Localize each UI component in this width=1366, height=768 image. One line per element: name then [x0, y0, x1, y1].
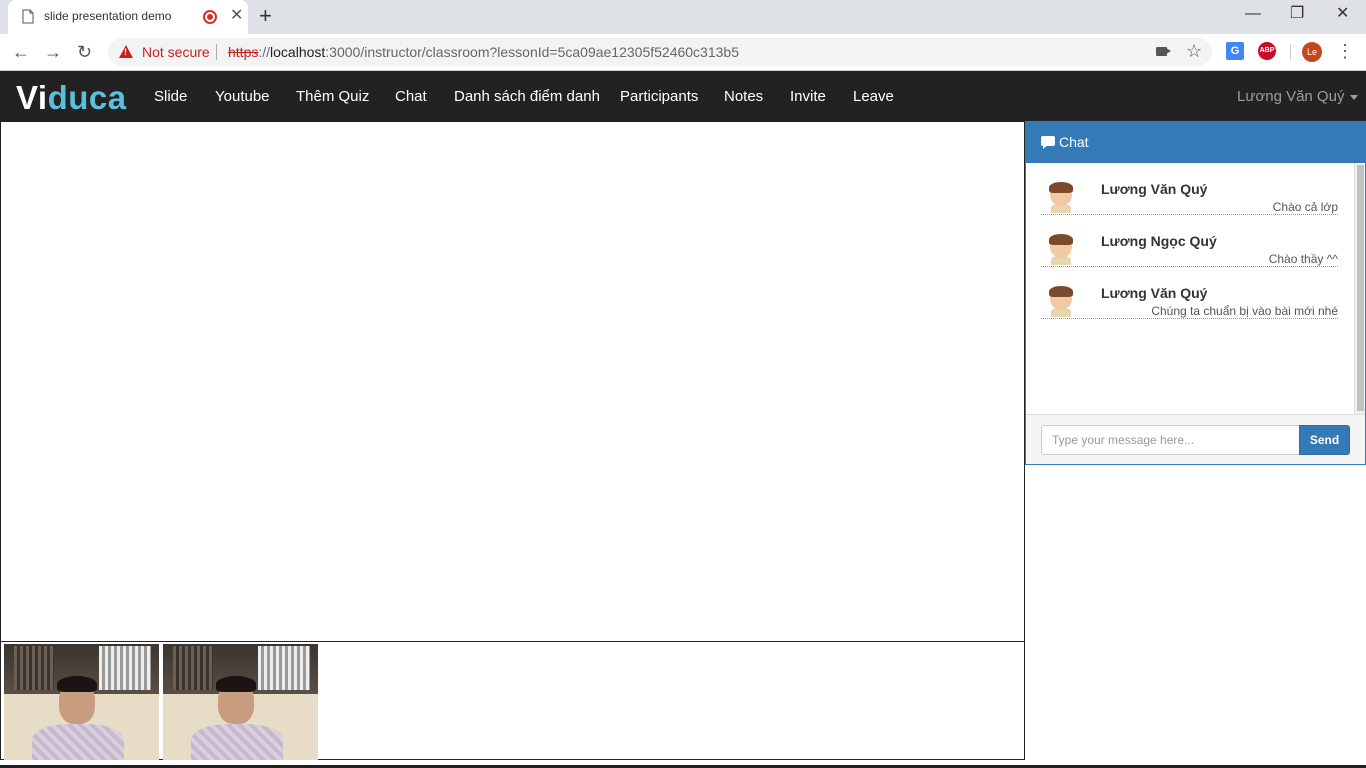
brand-second: duca	[47, 79, 127, 116]
webcam-video-tile[interactable]	[4, 644, 159, 760]
user-name: Lương Văn Quý	[1237, 88, 1345, 105]
address-bar[interactable]: Not secure https://localhost:3000/instru…	[108, 38, 1212, 66]
chat-title: Chat	[1059, 134, 1089, 150]
url-scheme: https	[228, 44, 259, 60]
video-background	[173, 646, 213, 690]
reload-button[interactable]: ↻	[77, 41, 92, 63]
tab-close-button[interactable]: ✕	[230, 7, 243, 25]
person-body	[191, 724, 283, 760]
brand-logo[interactable]: Viduca	[16, 79, 127, 117]
camera-icon[interactable]	[1156, 47, 1167, 56]
caret-down-icon	[1350, 94, 1359, 100]
security-label[interactable]: Not secure	[142, 44, 210, 60]
omnibox-separator	[216, 44, 217, 60]
back-button[interactable]: ←	[12, 41, 30, 63]
maximize-button[interactable]: ❐	[1290, 4, 1304, 24]
person-body	[32, 724, 124, 760]
chat-message: Lương Văn Quý Chào cả lớp	[1041, 163, 1338, 215]
profile-avatar[interactable]: Le	[1302, 42, 1322, 62]
nav-participants[interactable]: Participants	[620, 88, 698, 106]
new-tab-button[interactable]: +	[259, 4, 272, 28]
brand-first: Vi	[16, 79, 48, 116]
chat-message: Lương Văn Quý Chúng ta chuẩn bị vào bài …	[1041, 267, 1338, 319]
chat-scrollbar[interactable]	[1354, 163, 1365, 414]
browser-toolbar: ← → ↻ Not secure https://localhost:3000/…	[0, 34, 1366, 71]
forward-button[interactable]: →	[44, 41, 62, 63]
chat-message: Lương Ngọc Quý Chào thầy ^^	[1041, 215, 1338, 267]
nav-invite[interactable]: Invite	[790, 88, 826, 106]
person-hair	[57, 676, 97, 692]
chat-icon	[1041, 136, 1055, 149]
slide-presentation-area[interactable]	[0, 121, 1025, 642]
url-host: localhost	[270, 44, 326, 60]
browser-menu-icon[interactable]: ⋮	[1336, 41, 1354, 61]
webcam-video-tile[interactable]	[163, 644, 318, 760]
message-text: Chào cả lớp	[1272, 200, 1338, 214]
nav-leave[interactable]: Leave	[853, 88, 894, 106]
video-background	[99, 646, 151, 690]
url-separator: ://	[258, 44, 271, 60]
nav-attendance-list[interactable]: Danh sách điểm danh	[454, 88, 600, 106]
warning-icon	[119, 45, 133, 58]
scrollbar-thumb[interactable]	[1357, 165, 1364, 411]
star-icon[interactable]: ☆	[1186, 41, 1202, 61]
message-text: Chúng ta chuẩn bị vào bài mới nhé	[1151, 304, 1338, 318]
window-close-button[interactable]: ✕	[1336, 4, 1349, 24]
app-navbar: Viduca Slide Youtube Thêm Quiz Chat Danh…	[0, 71, 1366, 121]
page-icon	[22, 9, 34, 24]
person-hair	[216, 676, 256, 692]
url-path: :3000/instructor/classroom?lessonId=5ca0…	[325, 44, 739, 60]
browser-tabstrip: slide presentation demo ✕ + — ❐ ✕	[0, 0, 1366, 34]
message-sender: Lương Văn Quý	[1101, 181, 1208, 197]
tab-title: slide presentation demo	[44, 9, 172, 23]
nav-them-quiz[interactable]: Thêm Quiz	[296, 88, 369, 106]
user-menu-dropdown[interactable]: Lương Văn Quý	[1237, 88, 1359, 106]
message-text: Chào thầy ^^	[1268, 252, 1338, 266]
nav-slide[interactable]: Slide	[154, 88, 187, 106]
video-background	[14, 646, 54, 690]
chat-footer: Send	[1026, 414, 1365, 464]
avatar-icon	[1047, 179, 1075, 215]
adblock-extension-icon[interactable]: ABP	[1258, 42, 1276, 60]
nav-chat[interactable]: Chat	[395, 88, 427, 106]
message-sender: Lương Ngọc Quý	[1101, 233, 1217, 249]
translate-extension-icon[interactable]: G	[1226, 42, 1244, 60]
message-sender: Lương Văn Quý	[1101, 285, 1208, 301]
browser-tab[interactable]: slide presentation demo ✕	[8, 0, 248, 34]
nav-notes[interactable]: Notes	[724, 88, 763, 106]
chat-messages[interactable]: Lương Văn Quý Chào cả lớp Lương Ngọc Quý…	[1026, 163, 1365, 414]
video-strip	[0, 641, 1025, 760]
toolbar-separator	[1290, 44, 1291, 60]
send-button[interactable]: Send	[1299, 425, 1350, 455]
video-background	[258, 646, 310, 690]
avatar-icon	[1047, 283, 1075, 319]
chat-panel: Chat Lương Văn Quý Chào cả lớp Lương Ngọ…	[1025, 121, 1366, 465]
chat-message-input[interactable]	[1041, 425, 1300, 455]
minimize-button[interactable]: —	[1245, 4, 1261, 24]
avatar-icon	[1047, 231, 1075, 267]
url-text[interactable]: https://localhost:3000/instructor/classr…	[228, 44, 739, 60]
nav-youtube[interactable]: Youtube	[215, 88, 270, 106]
chat-heading: Chat	[1026, 122, 1365, 163]
recording-icon	[203, 10, 217, 24]
